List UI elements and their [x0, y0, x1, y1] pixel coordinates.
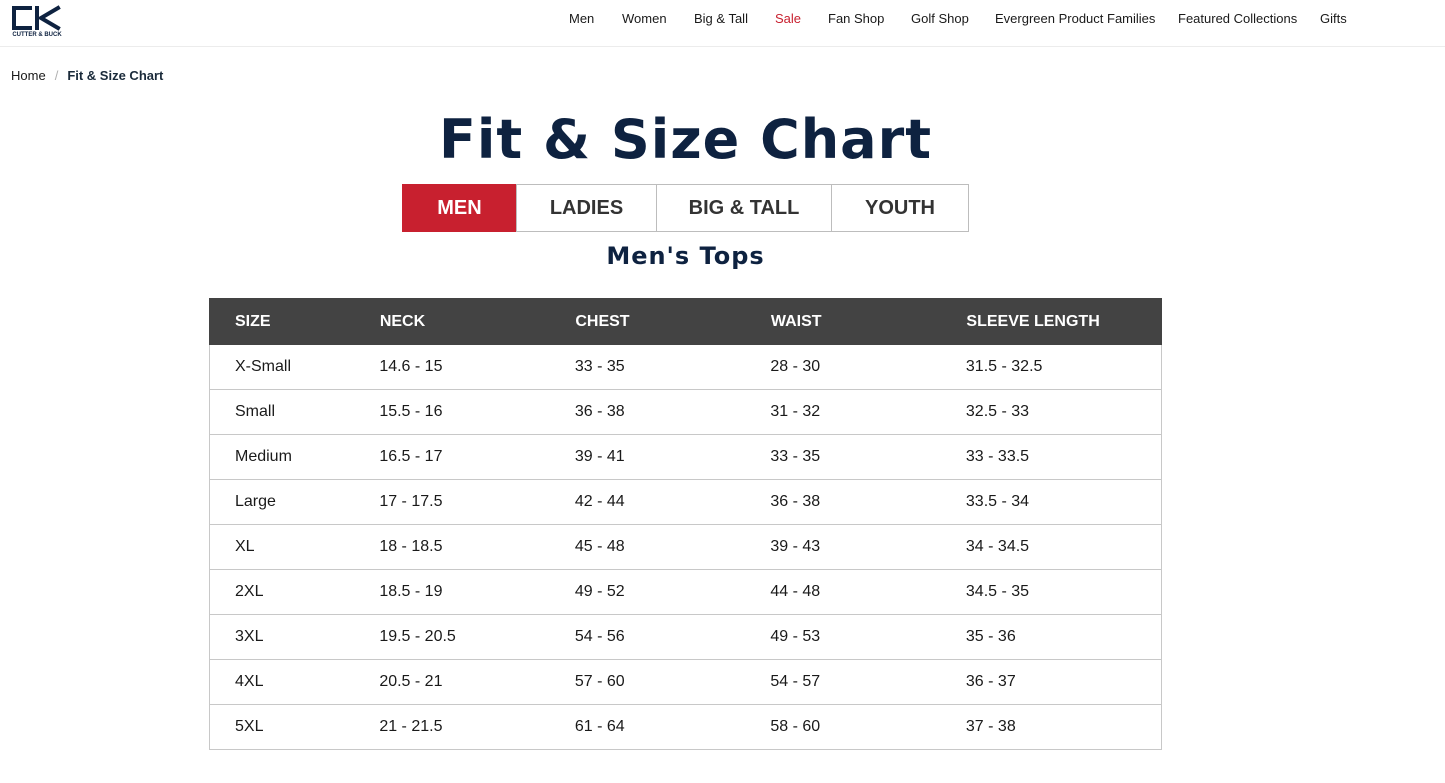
breadcrumb-current: Fit & Size Chart: [67, 68, 164, 83]
section-title: Men's Tops: [606, 242, 765, 270]
column-header-sleeve-length: SLEEVE LENGTH: [965, 298, 1162, 345]
table-row: Medium 16.5 - 17 39 - 41 33 - 35 33 - 33…: [209, 434, 1162, 480]
table-row: X-Small 14.6 - 15 33 - 35 28 - 30 31.5 -…: [209, 344, 1162, 390]
cell-neck: 21 - 21.5: [379, 704, 575, 750]
breadcrumb-home-link[interactable]: Home: [11, 68, 46, 83]
cell-sleeve-length: 37 - 38: [965, 704, 1162, 750]
table-row: 2XL 18.5 - 19 49 - 52 44 - 48 34.5 - 35: [209, 569, 1162, 615]
cell-size: 4XL: [209, 659, 380, 705]
breadcrumb-separator: /: [54, 68, 59, 83]
cell-size: XL: [209, 524, 380, 570]
cell-size: 2XL: [209, 569, 380, 615]
nav-item-featured-collections[interactable]: Featured Collections: [1178, 11, 1297, 27]
column-header-size: SIZE: [209, 298, 380, 345]
cell-chest: 49 - 52: [574, 569, 771, 615]
cell-sleeve-length: 31.5 - 32.5: [965, 344, 1162, 390]
cell-waist: 54 - 57: [770, 659, 966, 705]
cell-sleeve-length: 33 - 33.5: [965, 434, 1162, 480]
table-header-row: SIZE NECK CHEST WAIST SLEEVE LENGTH: [209, 298, 1162, 345]
nav-item-gifts[interactable]: Gifts: [1320, 11, 1347, 27]
nav-item-fan-shop[interactable]: Fan Shop: [828, 11, 884, 27]
size-category-tabs: MEN LADIES BIG & TALL YOUTH: [402, 184, 969, 232]
table-row: 5XL 21 - 21.5 61 - 64 58 - 60 37 - 38: [209, 704, 1162, 750]
cell-sleeve-length: 34.5 - 35: [965, 569, 1162, 615]
cell-size: 3XL: [209, 614, 380, 660]
main-nav: Men Women Big & Tall Sale Fan Shop Golf …: [0, 11, 1445, 29]
cell-waist: 49 - 53: [770, 614, 966, 660]
logo-wordmark: CUTTER & BUCK: [12, 32, 62, 38]
cell-neck: 18.5 - 19: [379, 569, 575, 615]
nav-item-big-and-tall[interactable]: Big & Tall: [694, 11, 748, 27]
cell-chest: 39 - 41: [574, 434, 771, 480]
cell-sleeve-length: 36 - 37: [965, 659, 1162, 705]
tab-ladies[interactable]: LADIES: [516, 184, 657, 232]
breadcrumb: Home / Fit & Size Chart: [11, 68, 163, 84]
tab-big-and-tall[interactable]: BIG & TALL: [656, 184, 832, 232]
cell-size: Large: [209, 479, 380, 525]
cell-neck: 17 - 17.5: [379, 479, 575, 525]
nav-item-women[interactable]: Women: [622, 11, 667, 27]
cell-sleeve-length: 35 - 36: [965, 614, 1162, 660]
table-row: Small 15.5 - 16 36 - 38 31 - 32 32.5 - 3…: [209, 389, 1162, 435]
cell-sleeve-length: 34 - 34.5: [965, 524, 1162, 570]
column-header-waist: WAIST: [769, 298, 967, 345]
page-title: Fit & Size Chart: [438, 108, 933, 171]
tab-men[interactable]: MEN: [402, 184, 517, 232]
site-header: CUTTER & BUCK Men Women Big & Tall Sale …: [0, 0, 1445, 47]
cell-neck: 18 - 18.5: [379, 524, 575, 570]
cell-size: 5XL: [209, 704, 380, 750]
cell-chest: 54 - 56: [574, 614, 771, 660]
cell-waist: 58 - 60: [770, 704, 966, 750]
size-chart-table: SIZE NECK CHEST WAIST SLEEVE LENGTH X-Sm…: [209, 298, 1162, 750]
cell-neck: 14.6 - 15: [379, 344, 575, 390]
table-row: Large 17 - 17.5 42 - 44 36 - 38 33.5 - 3…: [209, 479, 1162, 525]
cell-size: Medium: [209, 434, 380, 480]
tab-youth[interactable]: YOUTH: [831, 184, 969, 232]
cell-waist: 44 - 48: [770, 569, 966, 615]
cell-waist: 39 - 43: [770, 524, 966, 570]
cell-size: X-Small: [209, 344, 380, 390]
column-header-neck: NECK: [378, 298, 576, 345]
cell-neck: 16.5 - 17: [379, 434, 575, 480]
cell-chest: 36 - 38: [574, 389, 771, 435]
nav-item-men[interactable]: Men: [569, 11, 594, 27]
cell-waist: 33 - 35: [770, 434, 966, 480]
cell-sleeve-length: 32.5 - 33: [965, 389, 1162, 435]
cell-neck: 20.5 - 21: [379, 659, 575, 705]
cell-neck: 19.5 - 20.5: [379, 614, 575, 660]
cell-waist: 36 - 38: [770, 479, 966, 525]
cell-chest: 42 - 44: [574, 479, 771, 525]
cell-chest: 33 - 35: [574, 344, 771, 390]
cell-chest: 45 - 48: [574, 524, 771, 570]
cell-chest: 57 - 60: [574, 659, 771, 705]
cell-neck: 15.5 - 16: [379, 389, 575, 435]
cell-size: Small: [209, 389, 380, 435]
table-row: 3XL 19.5 - 20.5 54 - 56 49 - 53 35 - 36: [209, 614, 1162, 660]
table-row: XL 18 - 18.5 45 - 48 39 - 43 34 - 34.5: [209, 524, 1162, 570]
nav-item-sale[interactable]: Sale: [775, 11, 801, 27]
table-row: 4XL 20.5 - 21 57 - 60 54 - 57 36 - 37: [209, 659, 1162, 705]
nav-item-evergreen-product-families[interactable]: Evergreen Product Families: [995, 11, 1155, 27]
cell-waist: 28 - 30: [770, 344, 966, 390]
column-header-chest: CHEST: [574, 298, 771, 345]
cell-sleeve-length: 33.5 - 34: [965, 479, 1162, 525]
cell-chest: 61 - 64: [574, 704, 771, 750]
nav-item-golf-shop[interactable]: Golf Shop: [911, 11, 969, 27]
cell-waist: 31 - 32: [770, 389, 966, 435]
